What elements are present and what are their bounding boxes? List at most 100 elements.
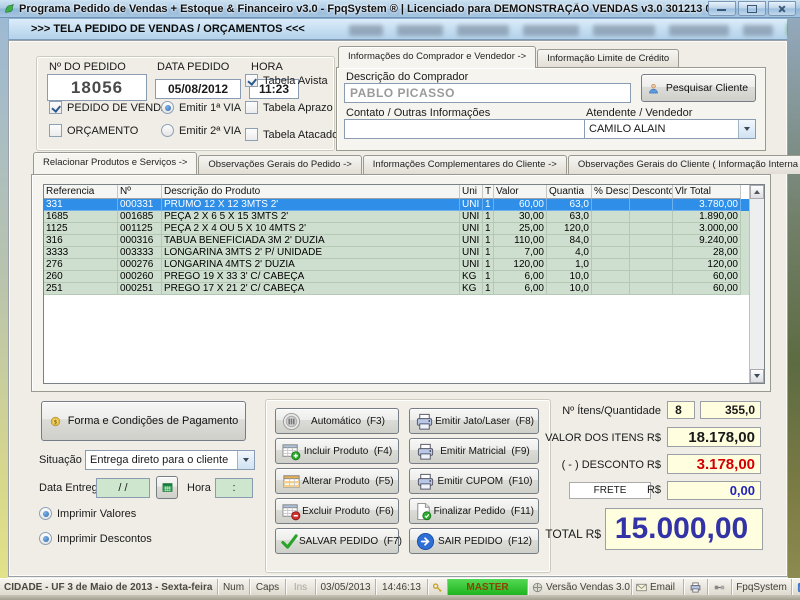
grid-cell-valor: 120,00 [494, 259, 547, 271]
radio-emitir-2via[interactable]: Emitir 2ª VIA [161, 124, 241, 137]
minimize-button[interactable] [708, 1, 736, 16]
emitir-cupom-button[interactable]: Emitir CUPOM (F10) [409, 468, 539, 494]
grid-cell-valor: 7,00 [494, 247, 547, 259]
connection-icon [714, 582, 725, 593]
order-date-field[interactable]: 05/08/2012 [155, 79, 241, 99]
status-num-lock: Num [218, 579, 250, 595]
grid-col-header[interactable]: Referencia [44, 185, 118, 199]
status-printer-seg[interactable] [684, 579, 708, 595]
checkbox-tabela-atacado[interactable]: Tabela Atacado [245, 128, 338, 141]
table-row[interactable]: 1125001125PEÇA 2 X 4 OU 5 X 10 4MTS 2'UN… [44, 223, 764, 235]
grid-col-header[interactable]: T [483, 185, 494, 199]
checkbox-tabela-aprazo[interactable]: Tabela Aprazo [245, 101, 333, 114]
radio-imprimir-valores[interactable]: Imprimir Valores [39, 507, 136, 520]
grid-vertical-scrollbar[interactable] [749, 185, 764, 383]
tab-products-tabs-1[interactable]: Observações Gerais do Pedido -> [198, 155, 361, 174]
emitir-2via-radio-icon[interactable] [161, 124, 174, 137]
radio-emitir-1via[interactable]: Emitir 1ª VIA [161, 101, 241, 114]
situacao-dropdown-icon[interactable] [237, 451, 254, 469]
tab-products-tabs-3[interactable]: Observações Gerais do Cliente ( Informaç… [568, 155, 800, 174]
forma-pagamento-button[interactable]: $ Forma e Condições de Pagamento [41, 401, 246, 441]
grid-cell-num: 000260 [118, 271, 162, 283]
grid-col-header[interactable]: Descrição do Produto [162, 185, 460, 199]
grid-cell-num: 001685 [118, 211, 162, 223]
order-number-field[interactable]: 18056 [47, 74, 147, 101]
tabela-atacado-check-icon[interactable] [245, 128, 258, 141]
close-button[interactable] [768, 1, 796, 16]
status-connection-seg[interactable] [708, 579, 732, 595]
emitir-matricial-button[interactable]: Emitir Matricial (F9) [409, 438, 539, 464]
imprimir-descontos-radio-icon[interactable] [39, 532, 52, 545]
orcamento-check-icon[interactable] [49, 124, 62, 137]
grid-cell-total: 3.780,00 [673, 199, 741, 211]
data-entrega-label: Data Entrega [39, 482, 104, 494]
status-version[interactable]: Versão Vendas 3.0 [528, 579, 632, 595]
grid-col-header[interactable]: Desconto [630, 185, 673, 199]
emitir-1via-radio-icon[interactable] [161, 101, 174, 114]
emitir-jato-laser-button[interactable]: Emitir Jato/Laser (F8) [409, 408, 539, 434]
grid-cell-t: 1 [483, 235, 494, 247]
table-row[interactable]: 251000251PREGO 17 X 21 2' C/ CABEÇAKG16,… [44, 283, 764, 295]
checkbox-tabela-avista[interactable]: Tabela Avista [245, 74, 328, 87]
finalizar-pedido-button[interactable]: Finalizar Pedido (F11) [409, 498, 539, 524]
grid-cell-quantia: 1,0 [547, 259, 592, 271]
sair-pedido-button[interactable]: SAIR PEDIDO (F12) [409, 528, 539, 554]
grid-cell-uni: UNI [460, 235, 483, 247]
pesquisar-cliente-button[interactable]: Pesquisar Cliente [641, 74, 756, 102]
radio-imprimir-descontos[interactable]: Imprimir Descontos [39, 532, 152, 545]
calendar-button[interactable] [156, 476, 178, 499]
grid-cell-t: 1 [483, 199, 494, 211]
table-row[interactable]: 276000276LONGARINA 4MTS 2' DÚZIAUNI1120,… [44, 259, 764, 271]
grid-col-header[interactable]: Uni [460, 185, 483, 199]
grid-col-header[interactable]: % Desc. [592, 185, 630, 199]
tab-buyer-tabs-1[interactable]: Informação Limite de Crédito [537, 49, 679, 68]
hora-entrega-field[interactable]: : [215, 478, 253, 498]
grid-cell-ref: 3333 [44, 247, 118, 259]
table-row[interactable]: 316000316TABUA BENEFICIADA 3M 2' DUZIAUN… [44, 235, 764, 247]
situacao-combobox[interactable]: Entrega direto para o cliente [85, 450, 255, 470]
atendente-dropdown-icon[interactable] [738, 120, 755, 138]
incluir-produto-button[interactable]: Incluir Produto (F4) [275, 438, 399, 464]
table-row[interactable]: 1685001685PEÇA 2 X 6 5 X 15 3MTS 2'UNI13… [44, 211, 764, 223]
key-icon [432, 582, 443, 593]
grid-cell-quantia: 84,0 [547, 235, 592, 247]
table-add-icon [280, 441, 302, 461]
descricao-comprador-field[interactable]: PABLO PICASSO [344, 83, 631, 103]
tab-products-tabs-0[interactable]: Relacionar Produtos e Serviços -> [33, 152, 197, 174]
status-user: MASTER [448, 579, 528, 595]
excluir-produto-button[interactable]: Excluir Produto (F6) [275, 498, 399, 524]
scroll-up-icon[interactable] [750, 185, 764, 199]
grid-col-header[interactable]: Nº [118, 185, 162, 199]
grid-col-header[interactable]: Valor [494, 185, 547, 199]
grid-cell-uni: UNI [460, 223, 483, 235]
grid-cell-t: 1 [483, 271, 494, 283]
grid-col-header[interactable]: Vlr Total [673, 185, 741, 199]
tab-buyer-tabs-0[interactable]: Informações do Comprador e Vendedor -> [338, 46, 536, 68]
grid-cell-desc: PREGO 19 X 33 3' C/ CABEÇA [162, 271, 460, 283]
tabela-avista-check-icon[interactable] [245, 74, 258, 87]
data-entrega-field[interactable]: / / [96, 478, 150, 498]
salvar-pedido-button[interactable]: SALVAR PEDIDO (F7) [275, 528, 399, 554]
tab-products-tabs-2[interactable]: Informações Complementares do Cliente -> [363, 155, 567, 174]
maximize-button[interactable] [738, 1, 766, 16]
table-row[interactable]: 3333003333LONGARINA 3MTS 2' P/ UNIDADEUN… [44, 247, 764, 259]
checkbox-pedido-venda[interactable]: PEDIDO DE VENDA [49, 101, 168, 114]
grid-col-header[interactable]: Quantia [547, 185, 592, 199]
grid-cell-num: 003333 [118, 247, 162, 259]
total-field: 15.000,00 [605, 508, 763, 550]
atendente-combobox[interactable]: CAMILO ALAIN [584, 119, 756, 139]
scroll-down-icon[interactable] [750, 369, 764, 383]
status-email[interactable]: Email [632, 579, 684, 595]
autom-tico-button[interactable]: Automático (F3) [275, 408, 399, 434]
imprimir-valores-radio-icon[interactable] [39, 507, 52, 520]
exit-icon [414, 531, 436, 551]
alterar-produto-button[interactable]: Alterar Produto (F5) [275, 468, 399, 494]
table-row[interactable]: 260000260PREGO 19 X 33 3' C/ CABEÇAKG16,… [44, 271, 764, 283]
hora-entrega-label: Hora [187, 482, 211, 494]
grid-cell-total: 9.240,00 [673, 235, 741, 247]
table-row[interactable]: 331000331PRUMO 12 X 12 3MTS 2'UNI160,006… [44, 199, 764, 211]
tabela-aprazo-check-icon[interactable] [245, 101, 258, 114]
checkbox-orcamento[interactable]: ORÇAMENTO [49, 124, 138, 137]
grid-cell-num: 000251 [118, 283, 162, 295]
pedido-venda-check-icon[interactable] [49, 101, 62, 114]
